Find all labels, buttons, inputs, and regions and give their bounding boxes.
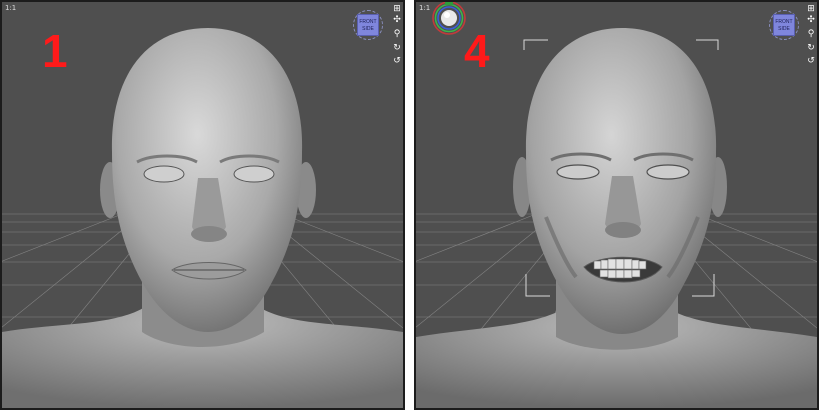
viewport-toolstrip: ⊞ ✣ ⚲ ↻ ↺ xyxy=(391,2,403,72)
zoom-icon[interactable]: ⚲ xyxy=(806,29,816,39)
view-cube-top-label: FRONT xyxy=(775,19,793,25)
view-cube-bottom-label: SIDE xyxy=(362,26,374,32)
teeth xyxy=(593,258,647,279)
move-view-icon[interactable]: ✣ xyxy=(806,15,816,25)
view-cube[interactable]: FRONT SIDE xyxy=(773,14,795,36)
panel-number-label: 4 xyxy=(464,25,490,77)
viewport-right[interactable]: 1:1 4 FRONT SIDE ⊞ ✣ ⚲ ↻ ↺ xyxy=(414,0,819,410)
lock-view-icon[interactable]: ⊞ xyxy=(806,4,816,14)
move-view-icon[interactable]: ✣ xyxy=(392,15,402,25)
orbit-icon[interactable]: ↻ xyxy=(806,43,816,53)
light-gizmo-icon[interactable] xyxy=(430,2,468,36)
zoom-icon[interactable]: ⚲ xyxy=(392,29,402,39)
view-cube-bottom-label: SIDE xyxy=(778,26,790,32)
viewport-toolstrip: ⊞ ✣ ⚲ ↻ ↺ xyxy=(805,2,817,72)
reset-view-icon[interactable]: ↺ xyxy=(392,56,402,66)
lock-view-icon[interactable]: ⊞ xyxy=(392,4,402,14)
reset-view-icon[interactable]: ↺ xyxy=(806,56,816,66)
panel-number-label: 1 xyxy=(42,25,68,77)
aspect-ratio-label: 1:1 xyxy=(5,4,17,12)
orbit-icon[interactable]: ↻ xyxy=(392,43,402,53)
viewport-left[interactable]: 1:1 1 FRONT SIDE ⊞ ✣ ⚲ ↻ ↺ xyxy=(0,0,405,410)
aspect-ratio-label: 1:1 xyxy=(419,4,431,12)
view-cube[interactable]: FRONT SIDE xyxy=(357,14,379,36)
view-cube-top-label: FRONT xyxy=(359,19,377,25)
